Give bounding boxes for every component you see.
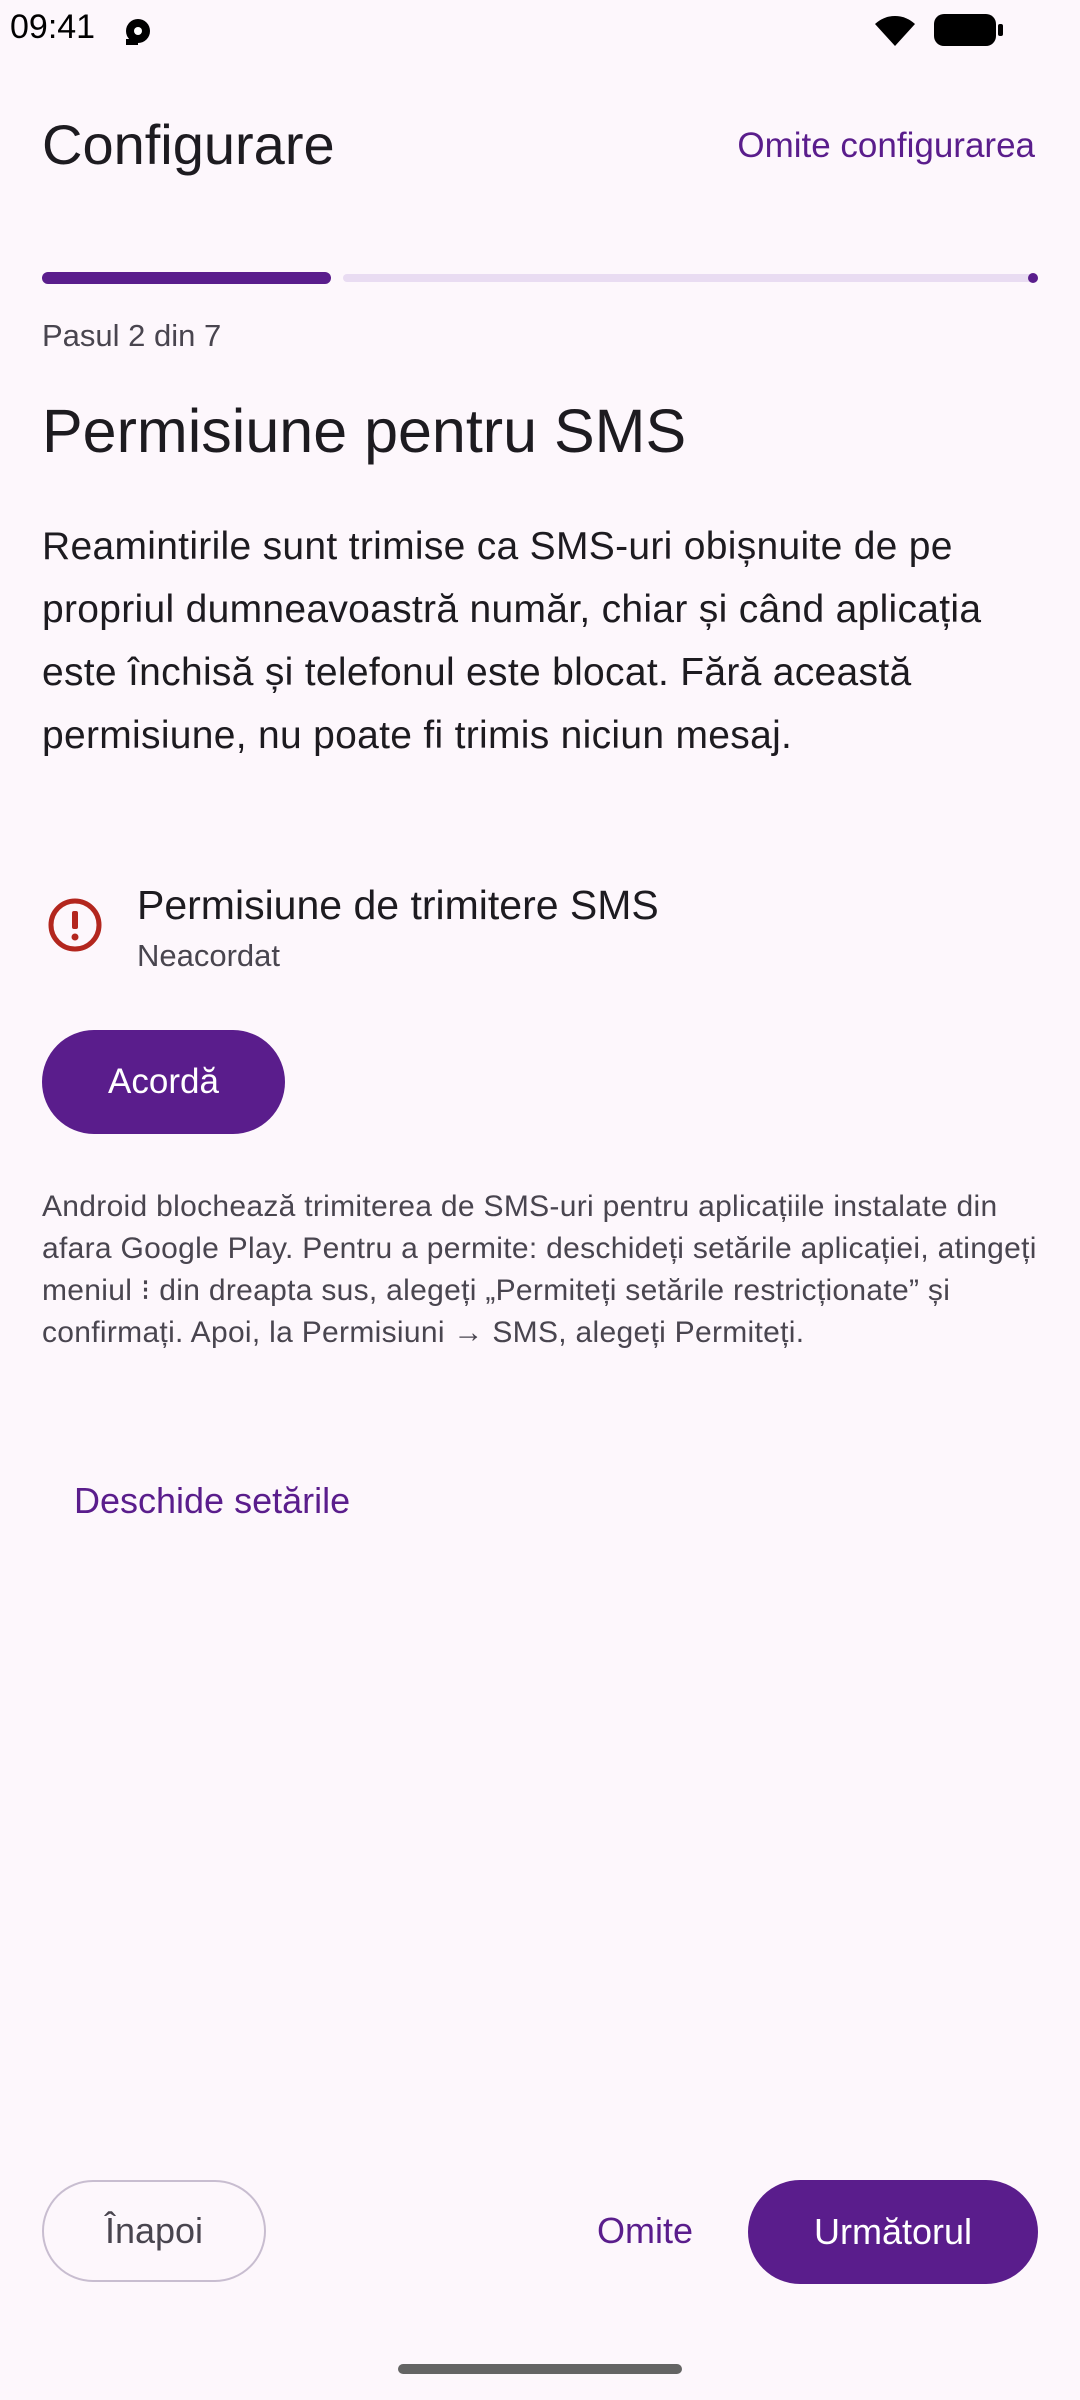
step-indicator: Pasul 2 din 7	[42, 318, 222, 353]
battery-icon	[934, 14, 1003, 46]
home-indicator[interactable]	[398, 2364, 682, 2374]
permission-status: Neacordat	[137, 938, 281, 973]
section-heading: Permisiune pentru SMS	[42, 397, 687, 465]
skip-setup-link[interactable]: Omite configurarea	[737, 126, 1035, 166]
permission-name: Permisiune de trimitere SMS	[137, 882, 659, 928]
back-button[interactable]: Înapoi	[42, 2180, 266, 2282]
status-bar: 09:41	[0, 0, 1080, 60]
wifi-icon	[875, 16, 915, 46]
progress-bar	[42, 272, 1038, 284]
progress-end-dot	[1028, 273, 1038, 283]
next-button[interactable]: Următorul	[748, 2180, 1038, 2284]
status-time: 09:41	[10, 8, 96, 46]
permission-status-row: Permisiune de trimitere SMS Neacordat	[42, 872, 1038, 982]
progress-remaining	[343, 274, 1038, 282]
grant-button[interactable]: Acordă	[42, 1030, 285, 1134]
restricted-settings-note: Android blochează trimiterea de SMS-uri …	[42, 1190, 1037, 1349]
description-text: Reamintirile sunt trimise ca SMS-uri obi…	[42, 525, 982, 757]
notification-icon	[126, 19, 150, 45]
progress-fill	[42, 272, 331, 284]
open-settings-button[interactable]: Deschide setările	[74, 1480, 350, 1522]
page-title: Configurare	[42, 113, 335, 176]
skip-button[interactable]: Omite	[575, 2180, 715, 2282]
error-icon	[48, 898, 102, 952]
